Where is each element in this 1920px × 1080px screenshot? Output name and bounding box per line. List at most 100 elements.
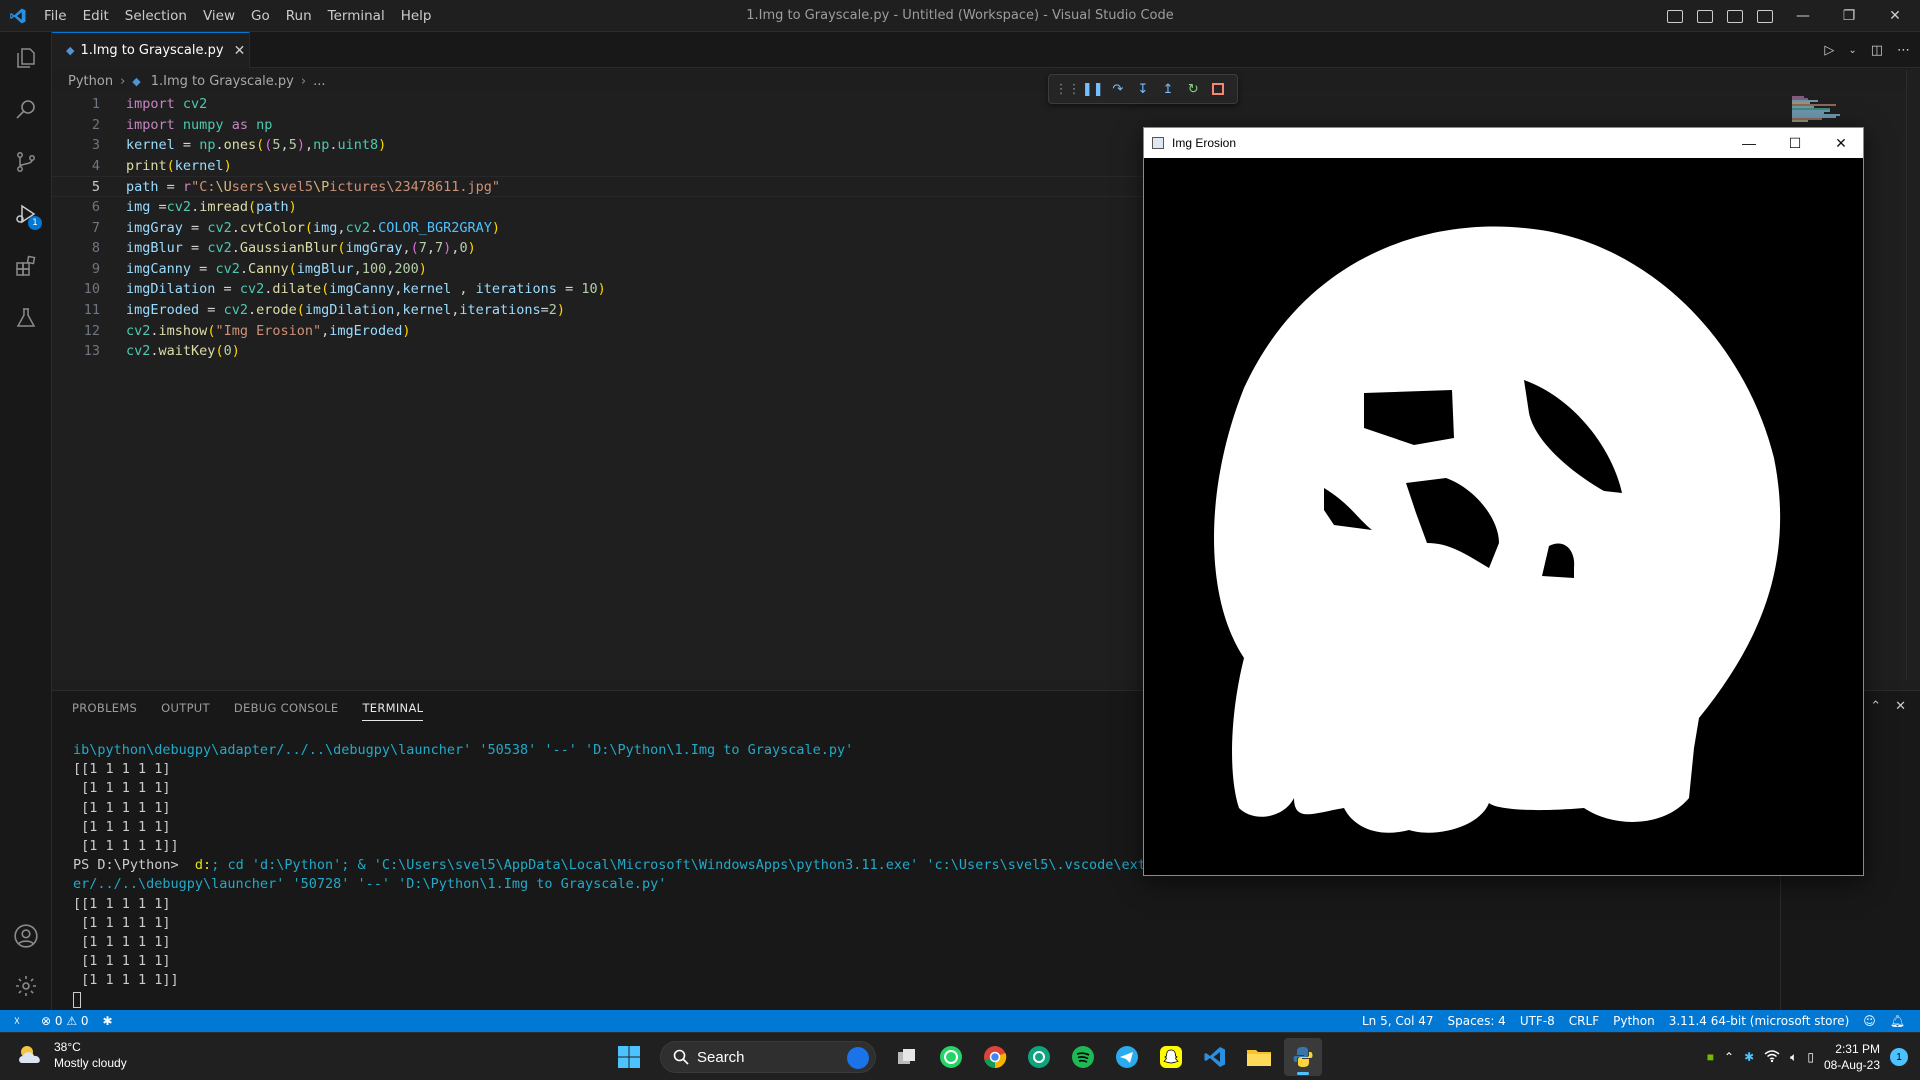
code-line-9[interactable]: 9 imgCanny = cv2.Canny(imgBlur,100,200) [52,259,1152,280]
tab-terminal[interactable]: TERMINAL [362,701,424,721]
notifications-bell-icon[interactable]: 🔔︎ [1883,1014,1912,1028]
minimap[interactable] [1790,95,1860,123]
file-explorer-icon[interactable] [1240,1038,1278,1076]
cv-window-titlebar[interactable]: Img Erosion — ☐ ✕ [1144,128,1863,158]
feedback-icon[interactable]: ☺ [1856,1014,1883,1028]
toggle-panel-icon[interactable] [1697,9,1713,23]
terminal-output[interactable]: ib\python\debugpy\adapter/../..\debugpy\… [73,741,1162,1010]
split-editor-icon[interactable]: ◫ [1871,43,1883,58]
snapchat-icon[interactable] [1152,1038,1190,1076]
tab-debug-console[interactable]: DEBUG CONSOLE [234,701,339,721]
code-line-11[interactable]: 11 imgEroded = cv2.erode(imgDilation,kern… [52,300,1152,321]
step-out-icon[interactable]: ↥ [1158,79,1178,99]
volume-muted-icon[interactable]: 🔈︎ [1790,1050,1797,1065]
code-line-3[interactable]: 3 kernel = np.ones((5,5),np.uint8) [52,135,1152,156]
step-into-icon[interactable]: ↧ [1133,79,1153,99]
run-python-file-icon[interactable]: ▷ [1824,43,1834,58]
tab-img-to-grayscale[interactable]: ◆ 1.Img to Grayscale.py ✕ [52,32,250,68]
extensions-icon[interactable] [0,240,52,292]
menu-run[interactable]: Run [278,0,320,32]
close-window-button[interactable]: ✕ [1872,0,1918,32]
python-app-icon[interactable] [1284,1038,1322,1076]
step-over-icon[interactable]: ↷ [1108,79,1128,99]
menu-selection[interactable]: Selection [117,0,195,32]
menu-go[interactable]: Go [243,0,278,32]
vscode-taskbar-icon[interactable] [1196,1038,1234,1076]
code-line-1[interactable]: 1 import cv2 [52,94,1152,115]
code-lines[interactable]: 1 import cv2 2 import numpy as np 3 kernel … [52,94,1152,362]
indentation[interactable]: Spaces: 4 [1441,1014,1513,1028]
code-line-8[interactable]: 8 imgBlur = cv2.GaussianBlur(imgGray,(7,7… [52,238,1152,259]
tab-close-icon[interactable]: ✕ [234,43,246,59]
restore-button[interactable]: ❐ [1826,0,1872,32]
whatsapp-icon[interactable] [932,1038,970,1076]
end-of-line[interactable]: CRLF [1562,1014,1606,1028]
editor-scrollbar[interactable] [1906,70,1920,680]
cv-close-button[interactable]: ✕ [1818,128,1864,158]
breadcrumb-more[interactable]: ... [313,74,325,89]
menu-help[interactable]: Help [393,0,440,32]
tab-problems[interactable]: PROBLEMS [72,701,137,721]
battery-icon[interactable]: ▯ [1807,1050,1814,1064]
code-line-10[interactable]: 10 imgDilation = cv2.dilate(imgCanny,kern… [52,279,1152,300]
bluetooth-icon[interactable]: ✱ [1744,1050,1754,1064]
run-dropdown-chevron-icon[interactable]: ⌄ [1848,45,1856,56]
breadcrumb-folder[interactable]: Python [68,74,113,89]
menu-terminal[interactable]: Terminal [320,0,393,32]
start-button[interactable] [610,1038,648,1076]
debug-status-icon[interactable]: ✱ [96,1014,120,1028]
cursor-position[interactable]: Ln 5, Col 47 [1355,1014,1441,1028]
toggle-primary-sidebar-icon[interactable] [1667,9,1683,23]
clock[interactable]: 2:31 PM 08-Aug-23 [1824,1041,1880,1073]
problems-status[interactable]: ⊗ 0 ⚠ 0 [34,1014,96,1028]
testing-icon[interactable] [0,292,52,344]
explorer-icon[interactable] [0,32,52,84]
stop-icon[interactable] [1208,79,1228,99]
source-control-icon[interactable] [0,136,52,188]
minimize-button[interactable]: — [1780,0,1826,32]
file-encoding[interactable]: UTF-8 [1513,1014,1562,1028]
telegram-icon[interactable] [1108,1038,1146,1076]
cv-maximize-button[interactable]: ☐ [1772,128,1818,158]
settings-gear-icon[interactable] [0,960,52,1012]
python-interpreter[interactable]: 3.11.4 64-bit (microsoft store) [1662,1014,1857,1028]
menu-view[interactable]: View [195,0,243,32]
menu-edit[interactable]: Edit [75,0,117,32]
pause-icon[interactable]: ❚❚ [1082,79,1104,99]
chrome-icon[interactable] [976,1038,1014,1076]
taskbar-search[interactable]: Search [660,1041,876,1073]
code-line-2[interactable]: 2 import numpy as np [52,115,1152,136]
more-actions-icon[interactable]: ⋯ [1897,43,1910,58]
vscode-logo-icon[interactable] [0,0,36,32]
menu-file[interactable]: File [36,0,75,32]
show-hidden-icons-chevron-icon[interactable]: ⌃ [1724,1050,1734,1064]
code-line-6[interactable]: 6 img =cv2.imread(path) [52,197,1152,218]
nvidia-tray-icon[interactable]: ■ [1707,1050,1714,1064]
tab-output[interactable]: OUTPUT [161,701,210,721]
restart-icon[interactable]: ↻ [1183,79,1203,99]
code-line-13[interactable]: 13 cv2.waitKey(0) [52,341,1152,362]
customize-layout-icon[interactable] [1757,9,1773,23]
breadcrumb-chevron-icon: › [300,73,307,89]
accounts-icon[interactable] [0,910,52,962]
editor-tab-bar: ◆ 1.Img to Grayscale.py ✕ ▷ ⌄ ◫ ⋯ [52,32,1920,68]
remote-indicator-icon[interactable]: ☓ [0,1010,34,1032]
task-view-icon[interactable] [888,1038,926,1076]
drag-handle-icon[interactable]: ⋮⋮ [1055,79,1081,99]
notification-center-badge[interactable]: 1 [1890,1048,1908,1066]
cv-minimize-button[interactable]: — [1726,128,1772,158]
spotify-icon[interactable] [1064,1038,1102,1076]
breadcrumb-file[interactable]: 1.Img to Grayscale.py [151,74,294,89]
code-line-4[interactable]: 4 print(kernel) [52,156,1152,177]
wifi-icon[interactable] [1764,1049,1780,1066]
run-debug-icon[interactable]: 1 [0,188,52,240]
language-mode[interactable]: Python [1606,1014,1662,1028]
search-icon[interactable] [0,84,52,136]
weather-widget[interactable]: 38°C Mostly cloudy [16,1039,127,1071]
toggle-secondary-sidebar-icon[interactable] [1727,9,1743,23]
code-line-5[interactable]: 5 path = r"C:\Users\svel5\Pictures\234786… [52,176,1152,197]
code-line-12[interactable]: 12 cv2.imshow("Img Erosion",imgEroded) [52,321,1152,342]
breadcrumb-chevron-icon: › [120,73,126,89]
code-line-7[interactable]: 7 imgGray = cv2.cvtColor(img,cv2.COLOR_BG… [52,218,1152,239]
chatgpt-icon[interactable] [1020,1038,1058,1076]
